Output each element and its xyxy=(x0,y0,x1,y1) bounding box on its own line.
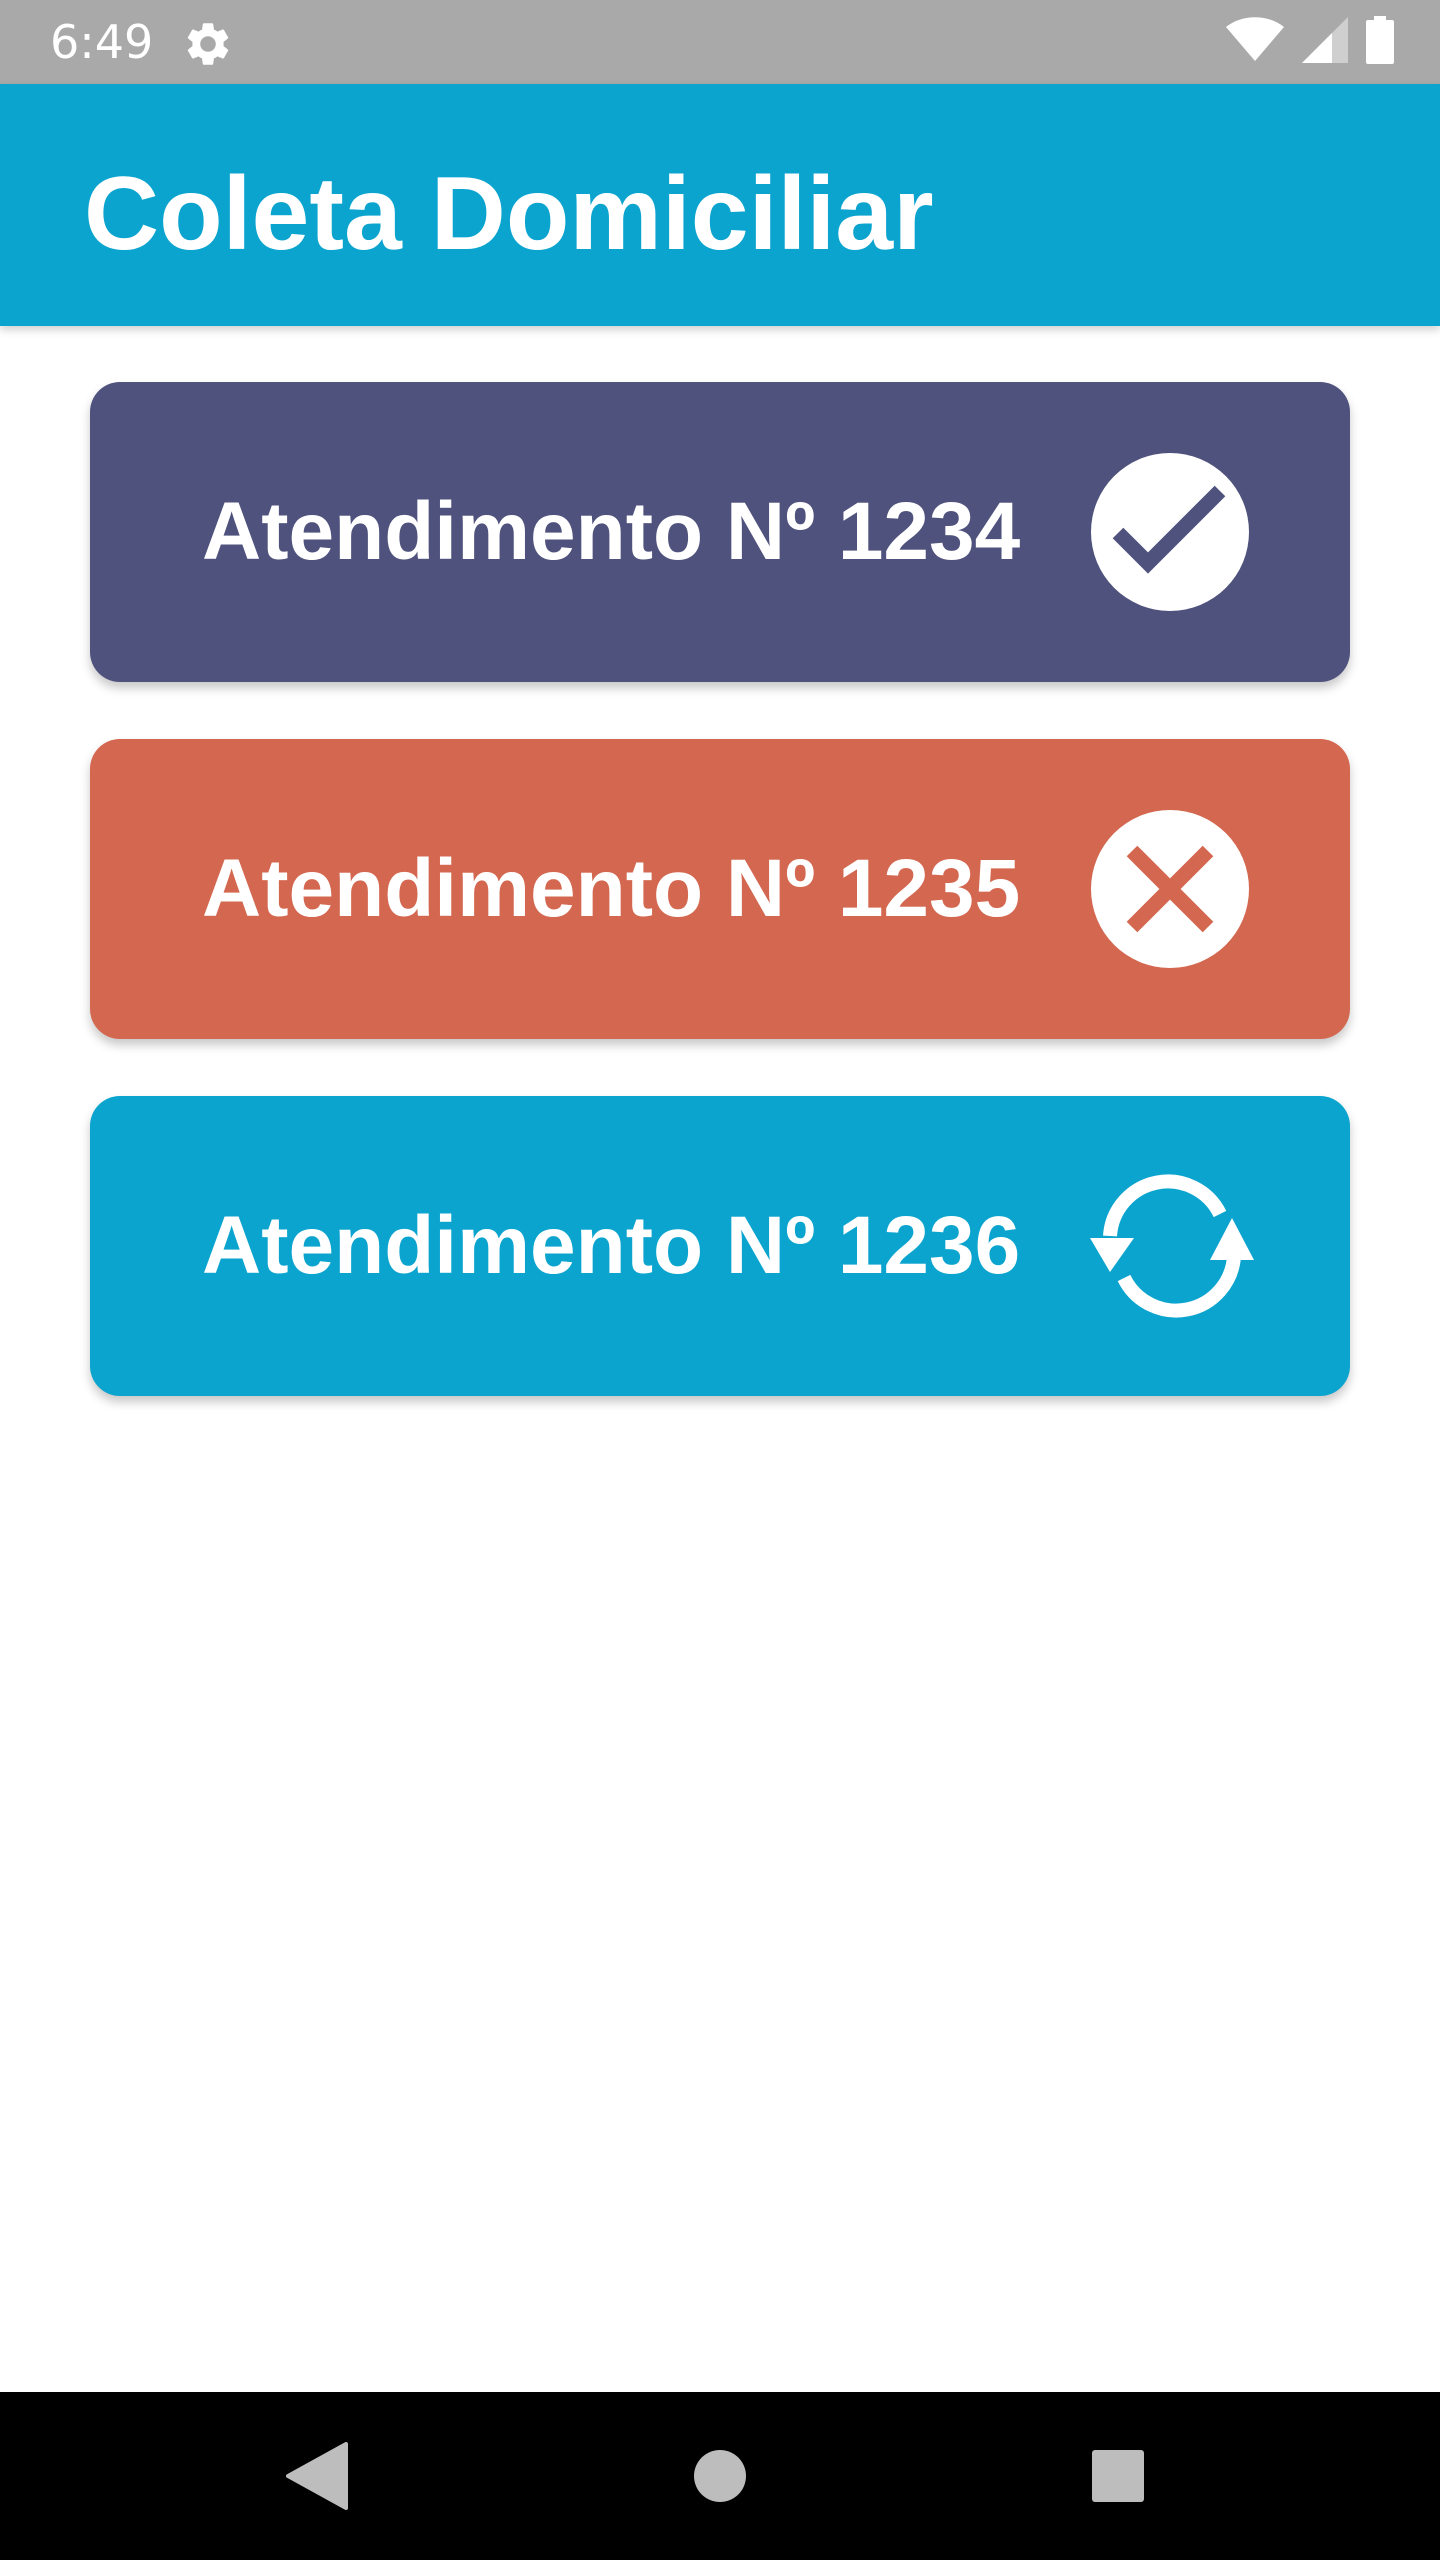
app-bar: Coleta Domiciliar xyxy=(0,84,1440,326)
close-circle-icon xyxy=(1090,809,1250,969)
page-title: Coleta Domiciliar xyxy=(84,156,934,272)
status-icons xyxy=(1226,15,1394,69)
appointment-label: Atendimento Nº 1235 xyxy=(202,843,1021,934)
back-triangle-icon[interactable] xyxy=(270,2428,366,2524)
check-circle-icon xyxy=(1090,452,1250,612)
appointment-card-1235[interactable]: Atendimento Nº 1235 xyxy=(90,739,1350,1039)
appointment-label: Atendimento Nº 1234 xyxy=(202,486,1021,577)
cell-signal-icon xyxy=(1302,16,1348,68)
appointment-card-1234[interactable]: Atendimento Nº 1234 xyxy=(90,382,1350,682)
sync-icon xyxy=(1090,1166,1254,1326)
wifi-icon xyxy=(1226,16,1284,68)
battery-icon xyxy=(1366,15,1394,69)
status-bar: 6:49 xyxy=(0,0,1440,84)
system-nav-bar xyxy=(0,2392,1440,2560)
appointment-card-1236[interactable]: Atendimento Nº 1236 xyxy=(90,1096,1350,1396)
gear-icon xyxy=(182,18,234,70)
appointment-label: Atendimento Nº 1236 xyxy=(202,1200,1021,1291)
home-circle-icon[interactable] xyxy=(672,2428,768,2524)
appointment-list: Atendimento Nº 1234 Atendimento Nº 1235 … xyxy=(90,382,1350,1453)
recents-square-icon[interactable] xyxy=(1070,2428,1166,2524)
status-time: 6:49 xyxy=(50,15,154,69)
